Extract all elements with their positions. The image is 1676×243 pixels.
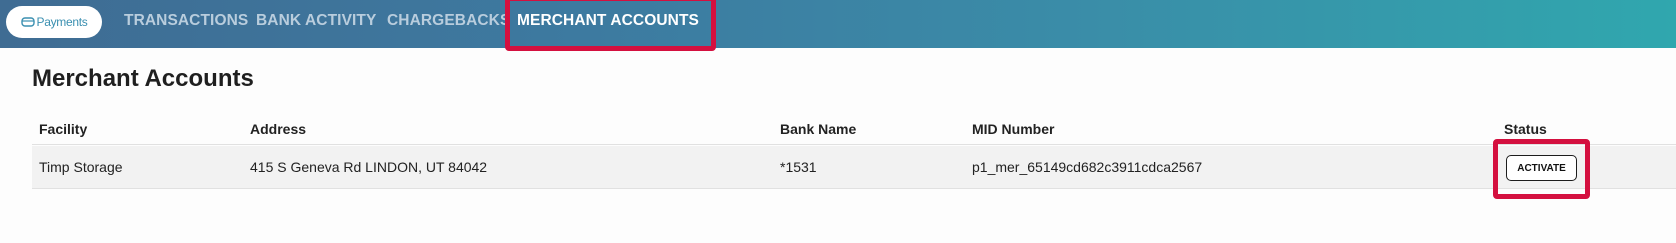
- payments-logo-icon: [20, 17, 35, 27]
- column-header-status: Status: [1504, 121, 1547, 137]
- nav-tab-bank-activity[interactable]: BANK ACTIVITY: [256, 12, 376, 30]
- nav-tab-chargebacks[interactable]: CHARGEBACKS: [387, 12, 510, 30]
- cell-address: 415 S Geneva Rd LINDON, UT 84042: [250, 159, 488, 175]
- column-header-facility: Facility: [39, 121, 88, 137]
- cell-mid-number: p1_mer_65149cd682c3911cdca2567: [972, 159, 1203, 175]
- nav-tab-transactions[interactable]: TRANSACTIONS: [124, 12, 248, 30]
- table-header: Facility Address Bank Name MID Number St…: [32, 115, 1676, 145]
- nav-tab-merchant-accounts[interactable]: MERCHANT ACCOUNTS: [517, 12, 699, 30]
- page-title: Merchant Accounts: [32, 65, 254, 92]
- column-header-address: Address: [250, 121, 307, 137]
- top-nav-bar: Payments TRANSACTIONS BANK ACTIVITY CHAR…: [0, 0, 1676, 48]
- activate-button[interactable]: ACTIVATE: [1506, 155, 1577, 181]
- column-header-bank-name: Bank Name: [780, 121, 857, 137]
- column-header-mid-number: MID Number: [972, 121, 1055, 137]
- table-row: Timp Storage 415 S Geneva Rd LINDON, UT …: [32, 146, 1676, 189]
- cell-facility: Timp Storage: [39, 159, 123, 175]
- payments-logo[interactable]: Payments: [6, 6, 102, 38]
- cell-bank-name: *1531: [780, 159, 817, 175]
- logo-text: Payments: [36, 15, 88, 29]
